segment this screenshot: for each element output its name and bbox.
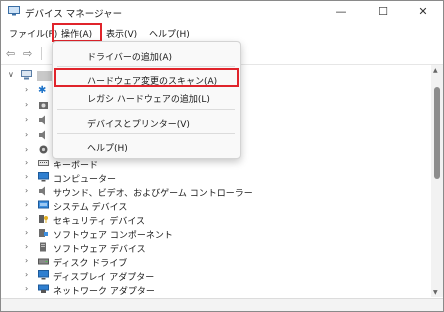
action-menu-highlight — [52, 23, 102, 42]
tree-item-label: ネットワーク アダプター — [53, 287, 155, 297]
computer-root-icon — [21, 70, 32, 80]
expand-icon[interactable]: › — [25, 200, 28, 209]
menu-item-add-driver[interactable]: ドライバーの追加(A) — [87, 50, 172, 63]
expand-icon[interactable]: › — [25, 186, 28, 195]
disk-drive-icon — [38, 258, 49, 265]
tree-item-system-devices[interactable]: › システム デバイス — [1, 199, 431, 213]
menu-separator — [57, 109, 235, 110]
menu-item-help[interactable]: ヘルプ(H) — [87, 141, 128, 154]
forward-arrow-icon[interactable]: ⇨ — [23, 47, 32, 60]
security-device-icon — [39, 215, 48, 223]
bluetooth-icon: ✱ — [38, 85, 47, 96]
menu-help[interactable]: ヘルプ(H) — [149, 27, 190, 40]
tree-item-disk-drives[interactable]: › ディスク ドライブ — [1, 255, 431, 269]
menu-view[interactable]: 表示(V) — [106, 27, 137, 40]
device-manager-icon — [8, 6, 20, 16]
expand-icon[interactable]: › — [25, 172, 28, 181]
maximize-button[interactable]: ☐ — [363, 1, 403, 23]
tree-item-security-devices[interactable]: › セキュリティ デバイス — [1, 213, 431, 227]
device-manager-window: デバイス マネージャー — ☐ ✕ ファイル(F) 操作(A) 表示(V) ヘル… — [0, 0, 444, 312]
tree-item-label: セキュリティ デバイス — [53, 217, 146, 227]
tree-item-software-components[interactable]: › ソフトウェア コンポーネント — [1, 227, 431, 241]
action-dropdown-menu: ドライバーの追加(A) ハードウェア変更のスキャン(A) レガシ ハードウェアの… — [52, 41, 241, 159]
menu-item-devices-and-printers[interactable]: デバイスとプリンター(V) — [87, 117, 190, 130]
menu-separator — [57, 66, 235, 67]
scroll-up-arrow-icon[interactable]: ▲ — [433, 67, 438, 74]
tree-item-display-adapters[interactable]: › ディスプレイ アダプター — [1, 269, 431, 283]
toolbar-separator — [41, 47, 42, 60]
camera-icon — [39, 102, 48, 109]
back-arrow-icon[interactable]: ⇦ — [6, 47, 15, 60]
tree-item-keyboard[interactable]: › キーボード — [1, 157, 431, 171]
tree-item-label: システム デバイス — [53, 203, 128, 213]
tree-item-label: キーボード — [53, 161, 99, 171]
expand-icon[interactable]: › — [25, 100, 28, 109]
tree-item-label: ディスプレイ アダプター — [53, 273, 155, 283]
minimize-button[interactable]: — — [321, 1, 361, 23]
tree-item-label: ディスク ドライブ — [53, 259, 128, 269]
speaker-icon — [39, 130, 45, 140]
expand-icon[interactable]: › — [25, 214, 28, 223]
expand-icon[interactable]: › — [25, 228, 28, 237]
tree-item-computer[interactable]: › コンピューター — [1, 171, 431, 185]
vertical-scrollbar[interactable]: ▲ ▼ — [431, 65, 443, 297]
menu-file[interactable]: ファイル(F) — [9, 27, 57, 40]
software-component-icon — [39, 229, 48, 237]
expand-icon[interactable]: › — [25, 284, 28, 293]
tree-item-label: サウンド、ビデオ、およびゲーム コントローラー — [53, 189, 253, 199]
window-title: デバイス マネージャー — [25, 9, 123, 20]
expand-icon[interactable]: › — [25, 256, 28, 265]
expand-icon[interactable]: › — [25, 85, 28, 94]
tree-item-label: コンピューター — [53, 175, 117, 185]
speaker-icon — [39, 115, 45, 125]
expand-icon[interactable]: › — [25, 158, 28, 167]
webcam-icon — [39, 145, 48, 154]
tree-item-software-devices[interactable]: › ソフトウェア デバイス — [1, 241, 431, 255]
close-button[interactable]: ✕ — [403, 1, 443, 23]
tree-item-sound[interactable]: › サウンド、ビデオ、およびゲーム コントローラー — [1, 185, 431, 199]
expand-icon[interactable]: › — [25, 242, 28, 251]
scan-item-highlight — [54, 68, 239, 87]
expand-icon[interactable]: › — [25, 115, 28, 124]
scroll-down-arrow-icon[interactable]: ▼ — [433, 289, 438, 296]
computer-icon — [38, 172, 49, 182]
tree-item-label: ソフトウェア コンポーネント — [53, 231, 173, 241]
collapse-icon[interactable]: ∨ — [8, 70, 14, 79]
scrollbar-thumb[interactable] — [434, 87, 440, 179]
expand-icon[interactable]: › — [25, 145, 28, 154]
title-bar: デバイス マネージャー — ☐ ✕ — [1, 1, 443, 23]
software-device-icon — [40, 242, 46, 252]
speaker-icon — [39, 186, 45, 196]
tree-item-label: ソフトウェア デバイス — [53, 245, 146, 255]
expand-icon[interactable]: › — [25, 270, 28, 279]
menu-separator — [57, 133, 235, 134]
expand-icon[interactable]: › — [25, 130, 28, 139]
keyboard-icon — [38, 160, 49, 166]
network-adapter-icon — [38, 284, 49, 293]
system-device-icon — [38, 200, 49, 209]
display-adapter-icon — [38, 270, 49, 280]
status-bar — [1, 298, 443, 311]
tree-item-network-adapters[interactable]: › ネットワーク アダプター — [1, 283, 431, 297]
menu-item-add-legacy-hardware[interactable]: レガシ ハードウェアの追加(L) — [87, 92, 210, 105]
